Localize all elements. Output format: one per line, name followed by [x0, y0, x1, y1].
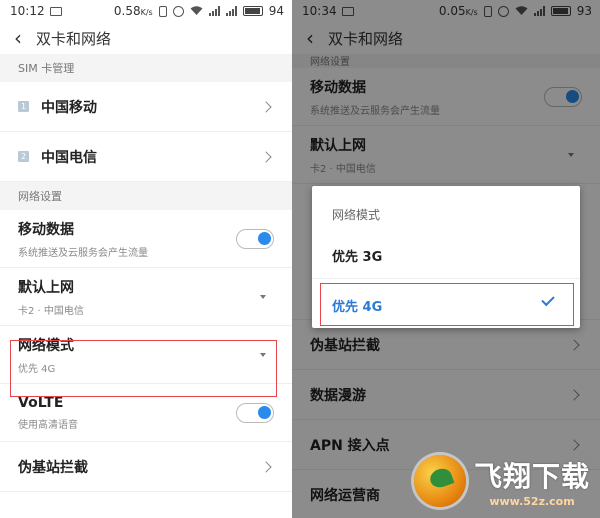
watermark-logo-icon	[414, 455, 466, 507]
mobile-data-title: 移动数据	[18, 221, 74, 238]
option-prefer-3g[interactable]: 优先 3G	[332, 246, 382, 265]
sim-item-2[interactable]: 2 中国电信	[0, 132, 292, 182]
message-icon	[49, 6, 62, 16]
watermark-brand: 飞翔下载	[474, 459, 591, 493]
mobile-data-toggle[interactable]	[236, 228, 274, 249]
network-speed: 0.58K/s	[113, 4, 153, 18]
default-internet-subtitle: 卡2 · 中国电信	[18, 305, 84, 317]
sim-2-badge-icon: 2	[18, 151, 29, 162]
sim-1-label: 中国移动	[41, 99, 97, 116]
section-header-network: 网络设置	[0, 182, 292, 210]
signal-icon-sim2	[225, 6, 237, 16]
section-header-sim: SIM 卡管理	[0, 54, 292, 82]
chevron-right-icon	[260, 100, 272, 113]
dropdown-arrow-icon	[260, 352, 266, 357]
volte-subtitle: 使用高清语音	[18, 419, 78, 431]
left-screen: 10:12 0.58K/s 94 ‹ 双卡和网络 SIM 卡管理 1 中国移动 …	[0, 0, 292, 518]
volte-toggle[interactable]	[236, 402, 274, 423]
alarm-icon	[172, 5, 184, 17]
dialog-divider	[312, 278, 580, 279]
mobile-data-row[interactable]: 移动数据 系统推送及云服务会产生流量	[0, 210, 292, 268]
signal-icon	[208, 6, 220, 16]
sim-2-label: 中国电信	[41, 149, 97, 166]
status-bar: 10:12 0.58K/s 94	[0, 0, 292, 22]
watermark-url: www.52z.com	[489, 494, 575, 508]
default-internet-title: 默认上网	[18, 279, 74, 296]
network-mode-row[interactable]: 网络模式 优先 4G	[0, 326, 292, 384]
prefer-4g-highlight-box	[320, 283, 574, 326]
default-internet-row[interactable]: 默认上网 卡2 · 中国电信	[0, 268, 292, 326]
network-mode-title: 网络模式	[18, 337, 74, 354]
fake-base-station-row[interactable]: 伪基站拦截	[0, 442, 292, 492]
dialog-title: 网络模式	[332, 208, 381, 222]
status-time: 10:12	[10, 4, 45, 18]
watermark: 飞翔下载 www.52z.com	[414, 448, 594, 514]
page-title: 双卡和网络	[36, 29, 112, 48]
battery-level: 94	[268, 4, 284, 18]
volte-row[interactable]: VoLTE 使用高清语音	[0, 384, 292, 442]
dropdown-arrow-icon	[260, 294, 266, 299]
network-mode-subtitle: 优先 4G	[18, 363, 56, 375]
fake-base-station-title: 伪基站拦截	[18, 459, 88, 476]
chevron-right-icon	[260, 460, 272, 473]
battery-icon	[242, 6, 263, 16]
sim-1-badge-icon: 1	[18, 101, 29, 112]
title-bar: ‹ 双卡和网络	[0, 22, 292, 54]
sim-item-1[interactable]: 1 中国移动	[0, 82, 292, 132]
wifi-icon	[190, 6, 203, 16]
mobile-data-subtitle: 系统推送及云服务会产生流量	[18, 247, 148, 259]
volte-title: VoLTE	[18, 394, 64, 411]
chevron-right-icon	[260, 150, 272, 163]
vibrate-icon	[158, 5, 167, 17]
back-arrow-icon[interactable]: ‹	[14, 28, 22, 48]
